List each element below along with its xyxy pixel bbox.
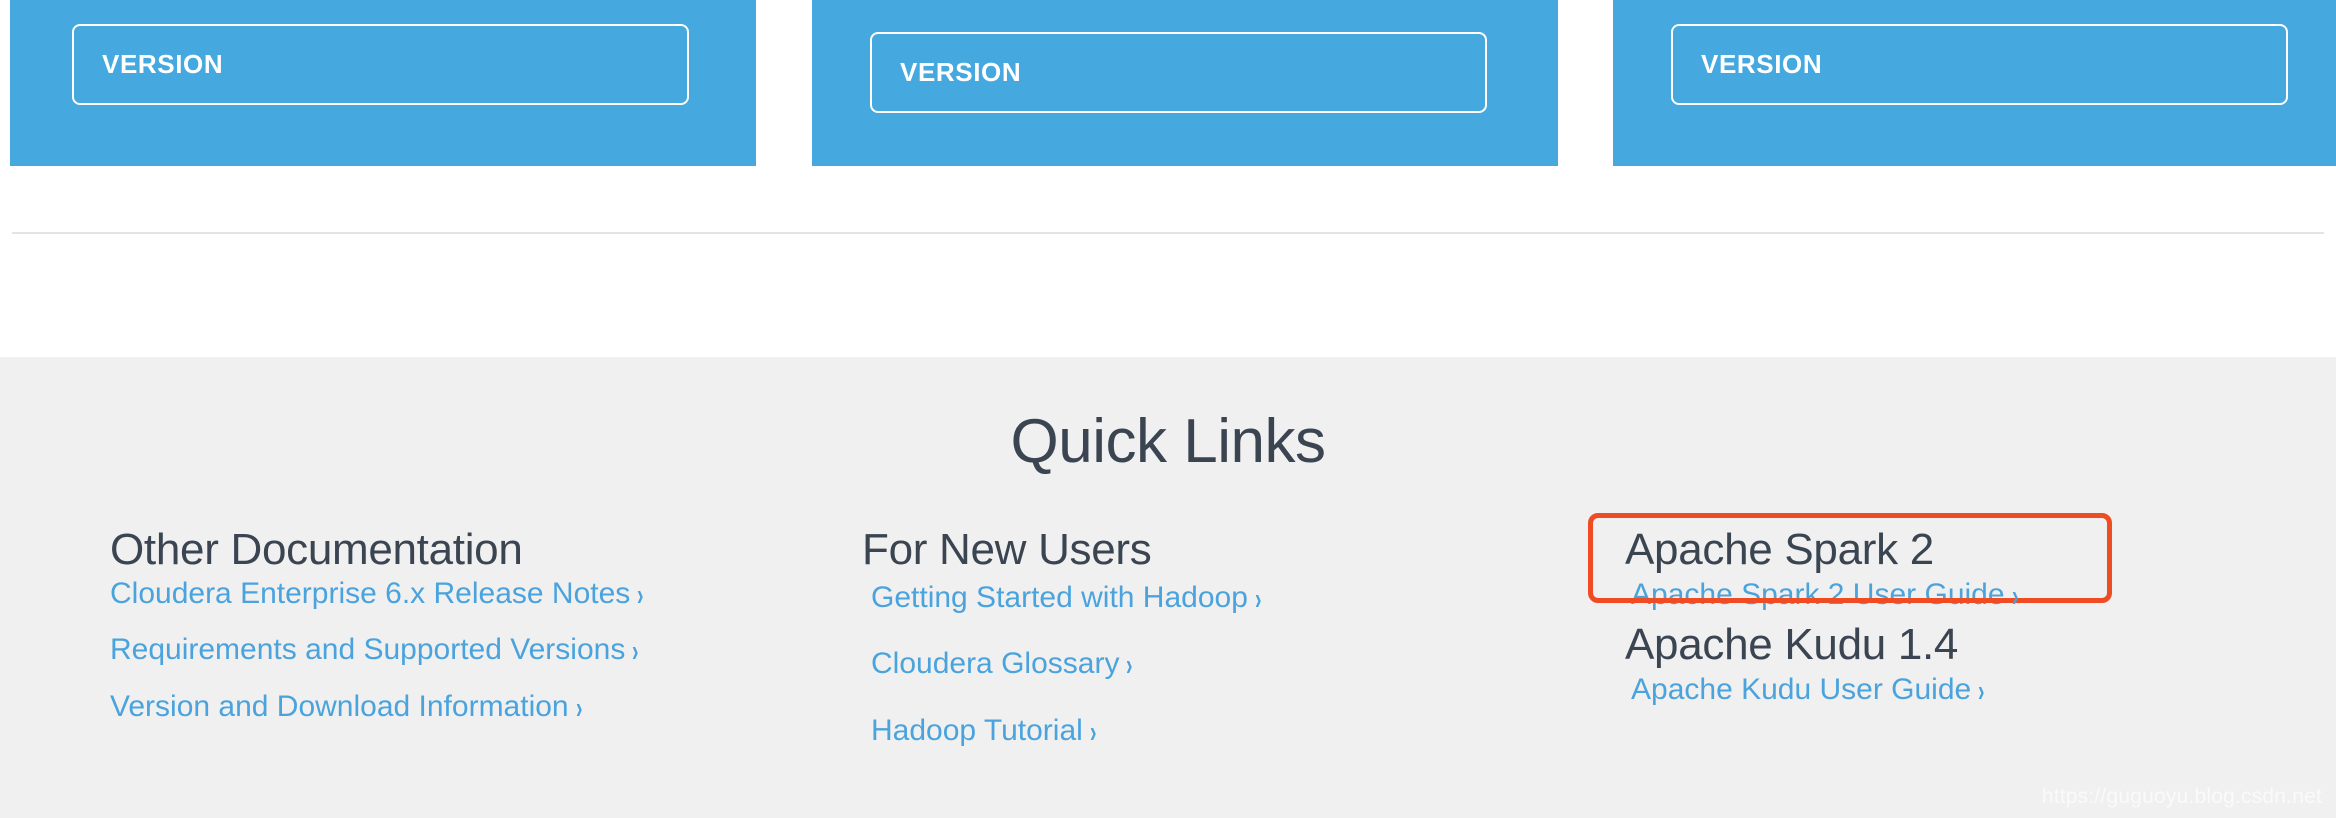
chevron-right-icon: › [637,577,644,612]
version-button-1[interactable]: VERSION [72,24,689,105]
link-cloudera-glossary[interactable]: Cloudera Glossary [871,647,1119,680]
version-button-2[interactable]: VERSION [870,32,1487,113]
link-apache-spark-2-user-guide[interactable]: Apache Spark 2 User Guide [1631,578,2005,611]
quick-links-column-other-documentation: Other Documentation Cloudera Enterprise … [98,525,798,746]
chevron-right-icon: › [1254,581,1262,616]
list-item: Requirements and Supported Versions › [110,632,730,668]
link-list-for-new-users: Getting Started with Hadoop › Cloudera Gl… [862,578,1502,752]
quick-links-section: Quick Links Other Documentation Cloudera… [0,357,2336,818]
version-card-1: VERSION [10,0,756,166]
link-cloudera-enterprise-release-notes[interactable]: Cloudera Enterprise 6.x Release Notes [110,577,630,610]
group-heading-apache-spark-2: Apache Spark 2 [1625,525,1934,574]
link-group-for-new-users: For New Users Getting Started with Hadoo… [862,525,1502,752]
group-heading-apache-kudu-1-4: Apache Kudu 1.4 [1625,620,1959,670]
section-divider [12,232,2324,234]
quick-links-column-for-new-users: For New Users Getting Started with Hadoo… [862,525,1502,777]
version-card-2: VERSION [812,0,1558,166]
link-group-apache-kudu-1-4: Apache Kudu 1.4 Apache Kudu User Guide › [1613,620,2313,711]
list-item: Getting Started with Hadoop › [871,578,1502,619]
documentation-landing-page: VERSION VERSION VERSION Quick Links Othe… [0,0,2336,818]
link-list-apache-kudu: Apache Kudu User Guide › [1613,670,2313,711]
link-apache-kudu-user-guide[interactable]: Apache Kudu User Guide [1631,673,1971,706]
version-button-3[interactable]: VERSION [1671,24,2288,105]
list-item: Apache Kudu User Guide › [1631,670,2313,711]
chevron-right-icon: › [632,634,639,669]
link-hadoop-tutorial[interactable]: Hadoop Tutorial [871,714,1083,747]
list-item: Cloudera Enterprise 6.x Release Notes › [110,576,730,612]
link-group-other-documentation: Other Documentation Cloudera Enterprise … [98,525,798,725]
quick-links-heading: Quick Links [1010,407,1326,476]
quick-links-columns: Other Documentation Cloudera Enterprise … [0,513,2336,818]
chevron-right-icon: › [575,691,583,725]
link-version-and-download-information[interactable]: Version and Download Information [110,690,569,723]
group-heading-other-documentation: Other Documentation [110,525,523,574]
chevron-right-icon: › [1089,714,1097,749]
group-heading-for-new-users: For New Users [862,525,1152,574]
version-card-3: VERSION [1613,0,2336,166]
link-requirements-and-supported-versions[interactable]: Requirements and Supported Versions [110,633,625,666]
link-getting-started-with-hadoop[interactable]: Getting Started with Hadoop [871,581,1248,614]
list-item: Version and Download Information › [110,689,730,725]
version-cards-strip: VERSION VERSION VERSION [0,0,2336,166]
watermark-text: https://guguoyu.blog.csdn.net [2041,785,2322,808]
list-item: Hadoop Tutorial › [871,711,1502,752]
quick-links-column-products: Apache Spark 2 Apache Spark 2 User Guide… [1588,513,2313,717]
link-list-other-documentation: Cloudera Enterprise 6.x Release Notes › R… [98,576,798,725]
chevron-right-icon: › [1126,648,1133,682]
chevron-right-icon: › [2011,578,2019,613]
link-group-apache-spark-2: Apache Spark 2 Apache Spark 2 User Guide… [1588,513,2313,616]
list-item: Cloudera Glossary › [871,644,1502,685]
list-item: Apache Spark 2 User Guide › [1631,575,2313,616]
chevron-right-icon: › [1978,673,1985,708]
link-list-apache-spark-2: Apache Spark 2 User Guide › [1613,575,2313,616]
